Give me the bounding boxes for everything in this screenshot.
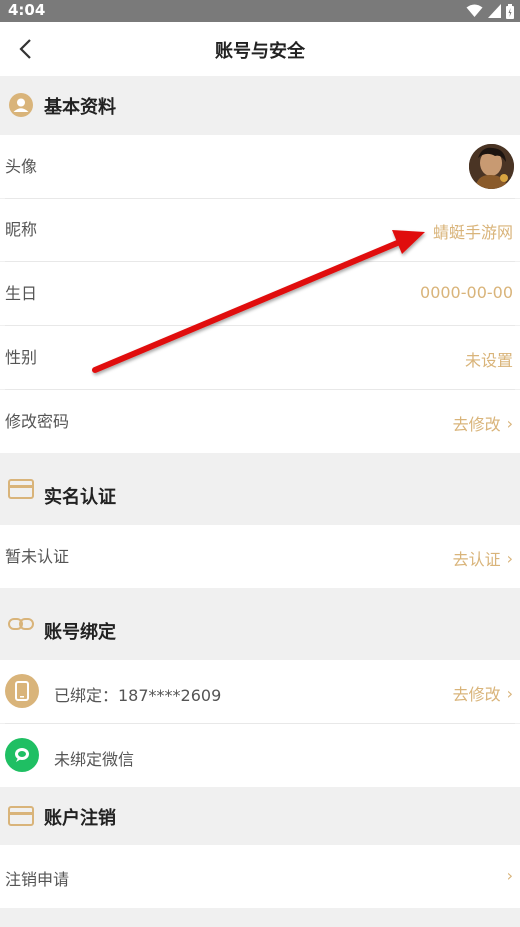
avatar[interactable] xyxy=(469,144,514,189)
cancel-account-label: 注销申请 xyxy=(5,870,70,889)
wifi-icon xyxy=(466,4,483,17)
status-bar: 4:04 xyxy=(0,0,520,22)
chevron-right-icon: › xyxy=(506,548,513,568)
nickname-label: 昵称 xyxy=(5,220,38,239)
section-basic-info: 基本资料 xyxy=(0,76,520,135)
section-title: 实名认证 xyxy=(44,487,116,508)
realname-row[interactable]: 暂未认证 去认证 › xyxy=(0,525,520,588)
change-password-action[interactable]: 去修改 › xyxy=(453,411,513,435)
chevron-right-icon: › xyxy=(506,683,513,703)
wechat-icon xyxy=(5,738,39,772)
chevron-right-icon: › xyxy=(506,866,513,885)
section-title: 账户注销 xyxy=(44,808,116,829)
gender-value: 未设置 xyxy=(465,347,513,371)
cancel-account-row[interactable]: 注销申请 › xyxy=(0,845,520,908)
phone-binding-row[interactable]: 已绑定：187****2609 去修改 › xyxy=(0,660,520,723)
verify-action-text: 去认证 xyxy=(452,550,501,569)
avatar-label: 头像 xyxy=(5,157,38,176)
section-title: 基本资料 xyxy=(44,97,116,118)
battery-icon xyxy=(506,3,514,19)
section-cancel: 账户注销 xyxy=(0,787,520,845)
change-password-label: 修改密码 xyxy=(5,412,70,431)
realname-label: 暂未认证 xyxy=(5,547,70,566)
birthday-label: 生日 xyxy=(5,284,38,303)
birthday-value-text: 0000-00-00 xyxy=(420,283,513,302)
user-icon xyxy=(8,92,34,118)
link-icon xyxy=(8,611,34,637)
chevron-right-icon: › xyxy=(506,413,513,433)
birthday-row[interactable]: 生日 0000-00-00 xyxy=(0,262,520,325)
card-icon xyxy=(8,803,34,829)
change-password-action-text: 去修改 xyxy=(452,415,501,434)
nickname-value-text: 蜻蜓手游网 xyxy=(432,223,513,242)
verify-action[interactable]: 去认证 › xyxy=(453,546,513,570)
gender-value-text: 未设置 xyxy=(464,351,513,370)
nickname-value: 蜻蜓手游网 xyxy=(433,219,513,243)
phone-binding-label: 已绑定：187****2609 xyxy=(54,686,222,705)
wechat-binding-label: 未绑定微信 xyxy=(54,750,135,769)
section-realname: 实名认证 xyxy=(0,453,520,525)
change-phone-action-text: 去修改 xyxy=(452,685,501,704)
signal-icon xyxy=(488,4,501,18)
top-bar: 账号与安全 xyxy=(0,22,520,76)
change-phone-action[interactable]: 去修改 › xyxy=(453,681,513,705)
cancel-account-action[interactable]: › xyxy=(507,866,513,885)
card-icon xyxy=(8,476,34,502)
phone-icon xyxy=(5,674,39,708)
change-password-row[interactable]: 修改密码 去修改 › xyxy=(0,390,520,453)
gender-row[interactable]: 性别 未设置 xyxy=(0,326,520,389)
status-time: 4:04 xyxy=(8,1,46,19)
section-binding: 账号绑定 xyxy=(0,588,520,660)
gender-label: 性别 xyxy=(5,348,38,367)
section-title: 账号绑定 xyxy=(44,622,116,643)
wechat-binding-row[interactable]: 未绑定微信 xyxy=(0,724,520,787)
status-icons xyxy=(466,3,514,19)
page-title: 账号与安全 xyxy=(215,41,305,62)
avatar-row[interactable]: 头像 xyxy=(0,135,520,198)
nickname-row[interactable]: 昵称 蜻蜓手游网 xyxy=(0,199,520,261)
birthday-value: 0000-00-00 xyxy=(420,283,513,302)
